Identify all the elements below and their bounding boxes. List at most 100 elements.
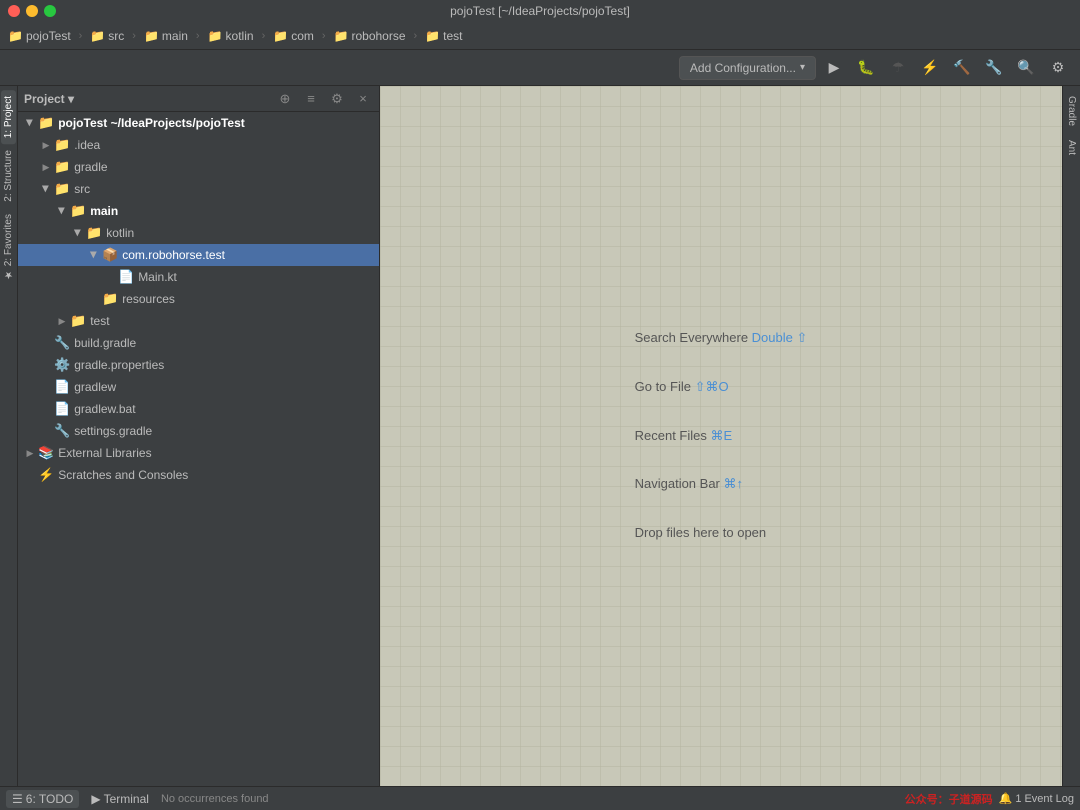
tree-item-scratches[interactable]: ⚡ Scratches and Consoles	[18, 464, 379, 486]
tree-item-main[interactable]: ▶📁 main	[18, 200, 379, 222]
tree-item-label: Scratches and Consoles	[58, 468, 188, 482]
tree-file-icon: 📁	[70, 313, 86, 329]
coverage-button[interactable]: ☂	[884, 54, 912, 82]
tree-item-pojo-root[interactable]: ▶📁pojoTest ~/IdeaProjects/pojoTest	[18, 112, 379, 134]
right-tab-gradle[interactable]: Gradle	[1064, 90, 1079, 132]
add-config-label: Add Configuration...	[690, 61, 796, 75]
nav-sep-4: ›	[262, 30, 266, 42]
notification-icon: 🔔	[999, 792, 1013, 805]
maximize-button[interactable]	[44, 5, 56, 17]
left-tab-favorites[interactable]: ★ 2: Favorites	[1, 208, 16, 286]
nav-item-main[interactable]: 📁 main	[140, 27, 192, 45]
tree-item-label: gradlew.bat	[74, 402, 135, 416]
nav-sep-3: ›	[196, 30, 200, 42]
tree-file-icon: ⚡	[38, 467, 54, 483]
tree-item-label: Main.kt	[138, 270, 177, 284]
nav-sep-5: ›	[322, 30, 326, 42]
editor-area[interactable]: Search Everywhere Double ⇧ Go to File ⇧⌘…	[380, 86, 1062, 786]
tree-arrow-icon	[40, 359, 52, 371]
hint-recent-files: Recent Files ⌘E	[635, 426, 808, 447]
right-tab-ant[interactable]: Ant	[1064, 134, 1079, 161]
tree-item-label: test	[90, 314, 109, 328]
tree-item-gradlew[interactable]: 📄gradlew	[18, 376, 379, 398]
tree-item-gradle.properties[interactable]: ⚙️gradle.properties	[18, 354, 379, 376]
search-button[interactable]: 🔍	[1012, 54, 1040, 82]
tree-file-icon: ⚙️	[54, 357, 70, 373]
folder-icon: 📁	[425, 29, 440, 43]
close-button[interactable]	[8, 5, 20, 17]
nav-sep-6: ›	[414, 30, 418, 42]
tree-item-com.robohorse.test[interactable]: ▶📦com.robohorse.test	[18, 244, 379, 266]
run-button[interactable]: ▶	[820, 54, 848, 82]
hint-drop-files: Drop files here to open	[635, 523, 808, 544]
nav-item-kotlin[interactable]: 📁 kotlin	[204, 27, 258, 45]
left-tab-project[interactable]: 1: Project	[1, 90, 16, 144]
hide-panel-icon[interactable]: ×	[353, 89, 373, 109]
tree-item-kotlin[interactable]: ▶📁kotlin	[18, 222, 379, 244]
tree-item-label: src	[74, 182, 90, 196]
profile-button[interactable]: ⚡	[916, 54, 944, 82]
tree-item-Main.kt[interactable]: 📄Main.kt	[18, 266, 379, 288]
locate-icon[interactable]: ⊕	[275, 89, 295, 109]
tree-arrow-icon	[40, 381, 52, 393]
tree-arrow-icon: ▶	[56, 315, 68, 327]
tree-item-build.gradle[interactable]: 🔧build.gradle	[18, 332, 379, 354]
tree-item-src[interactable]: ▶📁src	[18, 178, 379, 200]
nav-bar: 📁 pojoTest › 📁 src › 📁 main › 📁 kotlin ›…	[0, 22, 1080, 50]
tree-item-label: pojoTest ~/IdeaProjects/pojoTest	[58, 116, 245, 130]
bottom-tab-todo[interactable]: ☰ 6: TODO	[6, 790, 79, 808]
tree-item-gradle[interactable]: ▶📁gradle	[18, 156, 379, 178]
bottom-tab-terminal[interactable]: ▶ Terminal	[85, 790, 155, 808]
hint-go-to-file: Go to File ⇧⌘O	[635, 377, 808, 398]
tree-item-test[interactable]: ▶📁 test	[18, 310, 379, 332]
nav-item-com[interactable]: 📁 com	[269, 27, 318, 45]
nav-item-src[interactable]: 📁 src	[86, 27, 128, 45]
panel-settings-icon[interactable]: ⚙	[327, 89, 347, 109]
project-panel-header: Project ▾ ⊕ ≡ ⚙ ×	[18, 86, 379, 112]
tree-arrow-icon: ▶	[40, 139, 52, 151]
tree-arrow-icon: ▶	[56, 205, 68, 217]
left-tab-structure[interactable]: 2: Structure	[1, 144, 16, 208]
left-sidebar-tabs: 1: Project 2: Structure ★ 2: Favorites	[0, 86, 18, 786]
folder-icon: 📁	[273, 29, 288, 43]
tree-arrow-icon	[40, 337, 52, 349]
debug-button[interactable]: 🐛	[852, 54, 880, 82]
tree-arrow-icon	[24, 469, 36, 481]
minimize-button[interactable]	[26, 5, 38, 17]
nav-sep-1: ›	[79, 30, 83, 42]
terminal-icon: ▶	[91, 792, 100, 806]
tree-item-idea[interactable]: ▶📁 .idea	[18, 134, 379, 156]
project-tree: ▶📁pojoTest ~/IdeaProjects/pojoTest▶📁.ide…	[18, 112, 379, 786]
tree-item-settings.gradle[interactable]: 🔧settings.gradle	[18, 420, 379, 442]
tree-arrow-icon: ▶	[88, 249, 100, 261]
nav-item-test[interactable]: 📁 test	[421, 27, 466, 45]
event-log-button[interactable]: 🔔 1 Event Log	[999, 792, 1074, 805]
tree-file-icon: 📄	[54, 401, 70, 417]
main-layout: 1: Project 2: Structure ★ 2: Favorites P…	[0, 86, 1080, 786]
tree-item-gradlew.bat[interactable]: 📄 gradlew.bat	[18, 398, 379, 420]
tree-file-icon: 📄	[54, 379, 70, 395]
dropdown-arrow-icon: ▾	[800, 62, 805, 73]
tree-item-resources[interactable]: 📁resources	[18, 288, 379, 310]
tree-file-icon: 📁	[54, 137, 70, 153]
folder-icon: 📁	[90, 29, 105, 43]
tree-arrow-icon	[88, 293, 100, 305]
tree-item-label: .idea	[74, 138, 100, 152]
add-configuration-button[interactable]: Add Configuration... ▾	[679, 56, 816, 80]
settings-button[interactable]: ⚙	[1044, 54, 1072, 82]
tree-item-external-libs[interactable]: ▶📚External Libraries	[18, 442, 379, 464]
tree-file-icon: 📁	[70, 203, 86, 219]
sdk-button[interactable]: 🔧	[980, 54, 1008, 82]
build-button[interactable]: 🔨	[948, 54, 976, 82]
tree-file-icon: 📚	[38, 445, 54, 461]
right-sidebar-tabs: Gradle Ant	[1062, 86, 1080, 786]
nav-item-project[interactable]: 📁 pojoTest	[4, 27, 75, 45]
nav-item-robohorse[interactable]: 📁 robohorse	[330, 27, 410, 45]
collapse-all-icon[interactable]: ≡	[301, 89, 321, 109]
tree-file-icon: 📁	[38, 115, 54, 131]
project-panel-title: Project ▾	[24, 92, 269, 106]
tree-file-icon: 📁	[102, 291, 118, 307]
tree-item-label: main	[90, 204, 118, 218]
tree-item-label: build.gradle	[74, 336, 136, 350]
nav-sep-2: ›	[132, 30, 136, 42]
